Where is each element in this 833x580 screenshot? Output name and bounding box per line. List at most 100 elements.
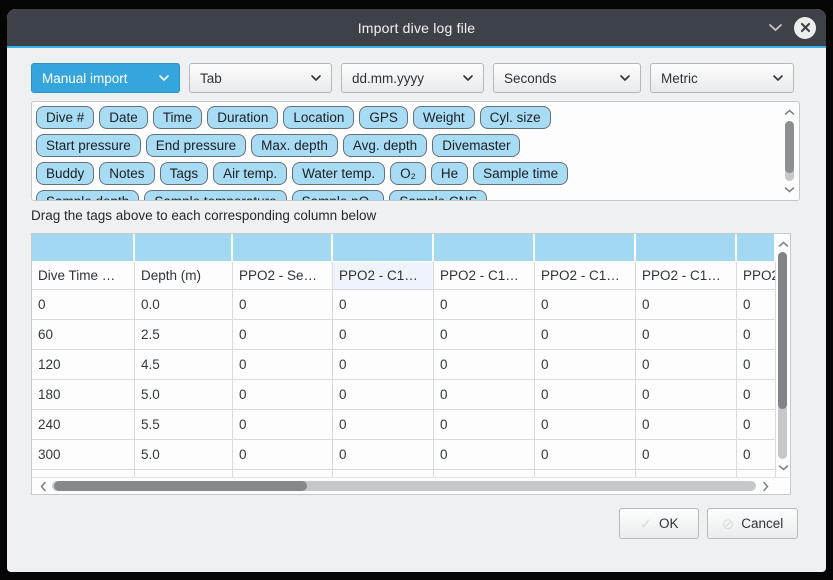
table-cell: 0: [737, 380, 776, 410]
table-cell: 180: [32, 380, 135, 410]
shade-chevron-down-icon[interactable]: [768, 23, 783, 32]
column-drop-target[interactable]: [333, 234, 434, 262]
duration-format-select[interactable]: Seconds: [493, 63, 641, 93]
field-separator-select[interactable]: Tab: [189, 63, 332, 93]
tag-time[interactable]: Time: [153, 106, 203, 129]
tag-avg-depth[interactable]: Avg. depth: [343, 134, 427, 157]
close-x-icon: [800, 22, 811, 33]
column-drop-target[interactable]: [636, 234, 737, 262]
table-cell: 0: [737, 410, 776, 440]
ok-button[interactable]: ✓ OK: [619, 508, 699, 539]
tag-divemaster[interactable]: Divemaster: [432, 134, 520, 157]
table-cell: 0: [333, 350, 434, 380]
tag-gps[interactable]: GPS: [359, 106, 408, 129]
table-cell: 0: [233, 290, 333, 320]
tag-location[interactable]: Location: [283, 106, 354, 129]
tag-pool-vscrollbar[interactable]: [782, 103, 797, 199]
date-format-select[interactable]: dd.mm.yyyy: [341, 63, 484, 93]
column-drop-target[interactable]: [535, 234, 636, 262]
scroll-down-icon[interactable]: [783, 183, 796, 196]
cancel-button-label: Cancel: [741, 516, 783, 531]
tag-sample-temperature[interactable]: Sample temperature: [144, 190, 286, 201]
table-cell: 0: [636, 440, 737, 470]
column-drop-target[interactable]: [32, 234, 135, 262]
tag-weight[interactable]: Weight: [413, 106, 475, 129]
cancel-button[interactable]: ⊘ Cancel: [707, 508, 798, 539]
table-vscrollbar[interactable]: [776, 234, 790, 477]
table-cell: 300: [32, 440, 135, 470]
tag-air-temp[interactable]: Air temp.: [213, 162, 287, 185]
import-mode-value: Manual import: [42, 71, 128, 86]
tag-o2[interactable]: O₂: [390, 162, 426, 185]
tag-he[interactable]: He: [431, 162, 468, 185]
tag-buddy[interactable]: Buddy: [36, 162, 94, 185]
scrollbar-thumb[interactable]: [778, 252, 787, 409]
table-cell: 0: [333, 410, 434, 440]
ok-button-label: OK: [659, 516, 679, 531]
table-cell: 0: [333, 320, 434, 350]
tag-start-pressure[interactable]: Start pressure: [36, 134, 141, 157]
field-separator-value: Tab: [200, 71, 222, 86]
tag-sample-po2[interactable]: Sample pO₂: [292, 190, 385, 201]
scroll-down-icon[interactable]: [776, 461, 790, 473]
scrollbar-track[interactable]: [785, 121, 794, 181]
tag-notes[interactable]: Notes: [99, 162, 154, 185]
table-cell: 0: [535, 320, 636, 350]
tag-row: Start pressure End pressure Max. depth A…: [36, 134, 779, 157]
table-cell: 5.0: [135, 380, 233, 410]
column-drop-target[interactable]: [135, 234, 233, 262]
titlebar[interactable]: Import dive log file: [7, 9, 826, 46]
scroll-right-icon[interactable]: [758, 479, 772, 493]
table-cell: 0: [233, 350, 333, 380]
tag-dive-number[interactable]: Dive #: [36, 106, 94, 129]
tag-duration[interactable]: Duration: [207, 106, 278, 129]
tag-sample-cns[interactable]: Sample CNS: [389, 190, 487, 201]
table-cell: 0: [636, 380, 737, 410]
table-hscrollbar[interactable]: [32, 477, 790, 494]
scroll-left-icon[interactable]: [36, 479, 50, 493]
scrollbar-thumb[interactable]: [785, 121, 794, 173]
tag-pool: Dive # Date Time Duration Location GPS W…: [31, 101, 800, 201]
units-select[interactable]: Metric: [650, 63, 794, 93]
window-title: Import dive log file: [358, 20, 476, 36]
table-cell: 0: [737, 320, 776, 350]
table-cell: 0: [32, 290, 135, 320]
table-cell: 0: [434, 320, 535, 350]
table-cell: 120: [32, 350, 135, 380]
column-drop-target[interactable]: [737, 234, 776, 262]
tag-sample-depth[interactable]: Sample depth: [36, 190, 139, 201]
checkmark-icon: ✓: [639, 515, 652, 533]
scrollbar-thumb[interactable]: [54, 481, 307, 491]
scrollbar-track[interactable]: [778, 252, 787, 459]
table-cell: 0: [535, 380, 636, 410]
table-cell: 5.5: [135, 410, 233, 440]
tag-date[interactable]: Date: [99, 106, 148, 129]
table-cell: 0: [636, 350, 737, 380]
tag-end-pressure[interactable]: End pressure: [146, 134, 246, 157]
table-cell: 0: [333, 380, 434, 410]
table-cell: 60: [32, 320, 135, 350]
close-button[interactable]: [794, 17, 816, 39]
scroll-up-icon[interactable]: [783, 106, 796, 119]
table-cell: 0: [233, 320, 333, 350]
chevron-down-icon: [158, 74, 170, 82]
column-header: Depth (m): [135, 262, 233, 290]
scrollbar-track[interactable]: [52, 481, 756, 491]
cancel-circle-icon: ⊘: [722, 515, 735, 533]
table-cell: 0: [737, 440, 776, 470]
column-drop-target[interactable]: [233, 234, 333, 262]
column-drop-target[interactable]: [434, 234, 535, 262]
table-cell: 0: [333, 440, 434, 470]
duration-format-value: Seconds: [504, 71, 557, 86]
scroll-up-icon[interactable]: [776, 238, 790, 250]
tag-row: Sample depth Sample temperature Sample p…: [36, 190, 779, 201]
tag-cyl-size[interactable]: Cyl. size: [480, 106, 551, 129]
import-dialog: Import dive log file Manual import Tab d…: [7, 9, 826, 572]
import-mode-select[interactable]: Manual import: [31, 63, 180, 93]
column-header: PPO2 - C1…: [535, 262, 636, 290]
tag-max-depth[interactable]: Max. depth: [251, 134, 338, 157]
tag-sample-time[interactable]: Sample time: [473, 162, 568, 185]
tag-tags[interactable]: Tags: [160, 162, 209, 185]
date-format-value: dd.mm.yyyy: [352, 71, 424, 86]
tag-water-temp[interactable]: Water temp.: [292, 162, 385, 185]
